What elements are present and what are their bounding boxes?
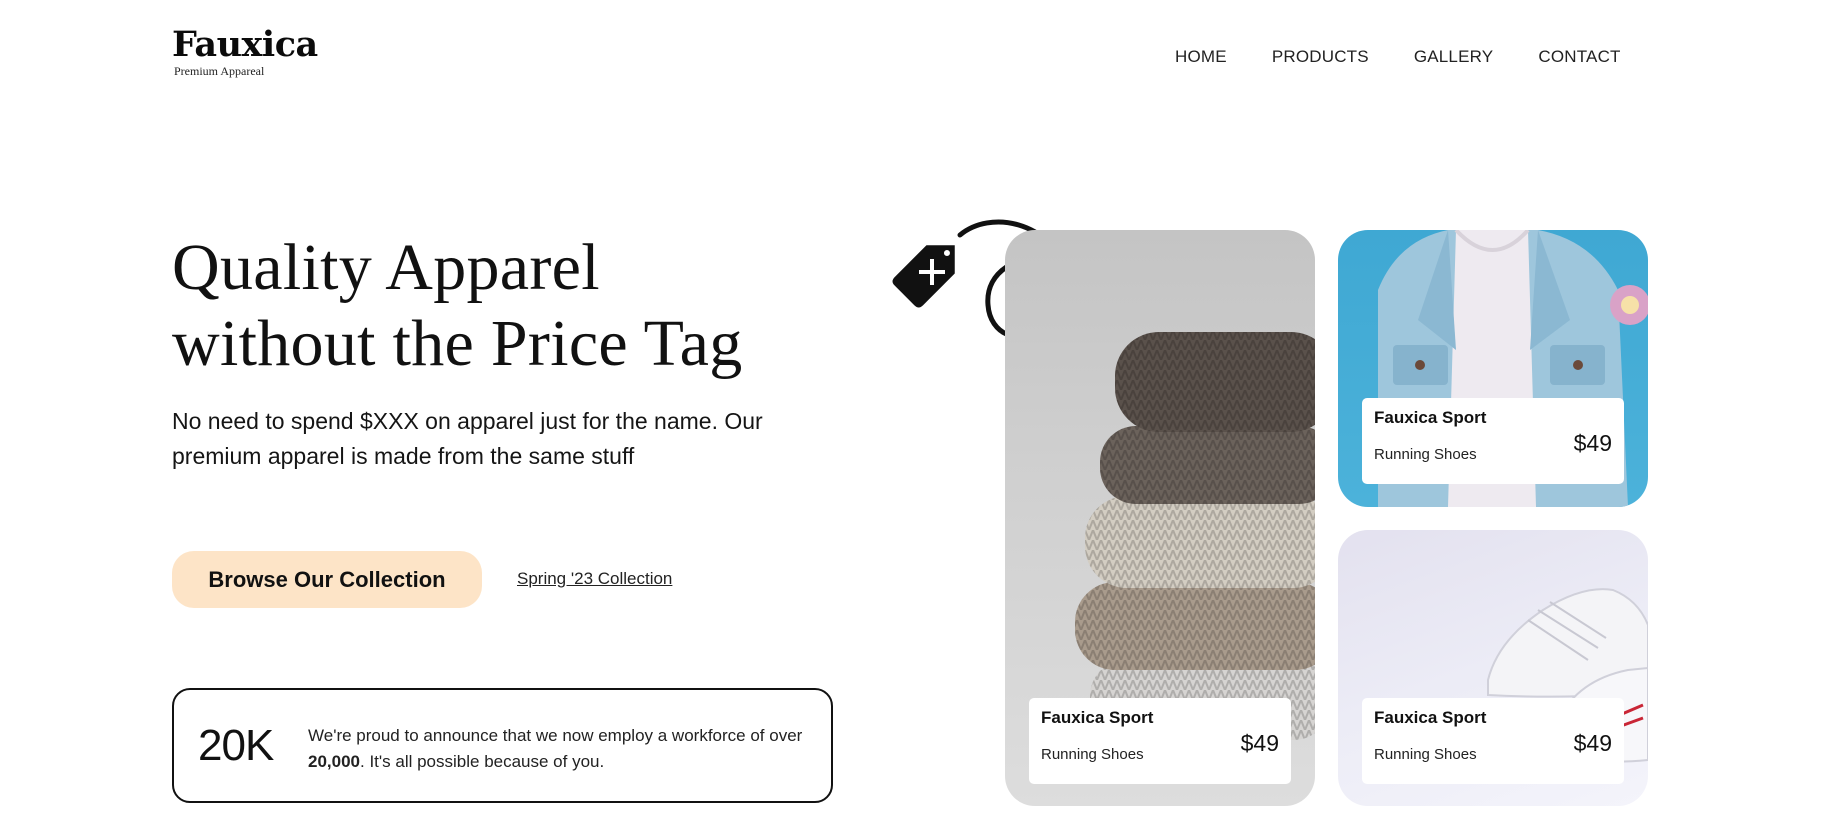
product-price: $49 — [1573, 730, 1612, 756]
page: Fauxica Premium Appareal HOME PRODUCTS G… — [0, 0, 1838, 832]
nav-item-gallery[interactable]: GALLERY — [1414, 47, 1494, 67]
logo-tagline: Premium Appareal — [174, 64, 265, 78]
product-label: Fauxica Sport Running Shoes $49 — [1029, 698, 1291, 784]
hero-title: Quality Apparel without the Price Tag — [172, 231, 743, 380]
stat-text-after: . It's all possible because of you. — [360, 752, 605, 771]
hero-subtitle: No need to spend $XXX on apparel just fo… — [172, 408, 763, 469]
product-type: Running Shoes — [1374, 446, 1477, 463]
product-card-jacket[interactable]: Fauxica Sport Running Shoes $49 — [1338, 230, 1648, 507]
product-label: Fauxica Sport Running Shoes $49 — [1362, 698, 1624, 784]
nav-item-products[interactable]: PRODUCTS — [1272, 47, 1369, 67]
logo-name: Fauxica — [172, 24, 318, 65]
main-nav: HOME PRODUCTS GALLERY CONTACT — [1175, 47, 1621, 67]
product-label: Fauxica Sport Running Shoes $49 — [1362, 398, 1624, 484]
product-card-sweaters[interactable]: Fauxica Sport Running Shoes $49 — [1005, 230, 1315, 806]
product-card-sneakers[interactable]: Fauxica Sport Running Shoes $49 — [1338, 530, 1648, 806]
workforce-stat-box: 20K We're proud to announce that we now … — [172, 688, 833, 803]
product-type: Running Shoes — [1041, 746, 1144, 763]
stat-text-bold: 20,000 — [308, 752, 360, 771]
nav-item-home[interactable]: HOME — [1175, 47, 1227, 67]
logo[interactable]: Fauxica Premium Appareal — [172, 24, 318, 79]
product-brand: Fauxica Sport — [1374, 408, 1487, 427]
product-price: $49 — [1240, 730, 1279, 756]
stat-text-before: We're proud to announce that we now empl… — [308, 726, 803, 745]
product-type: Running Shoes — [1374, 746, 1477, 763]
product-brand: Fauxica Sport — [1041, 708, 1154, 727]
browse-collection-button[interactable]: Browse Our Collection — [172, 551, 482, 608]
stat-number: 20K — [198, 721, 274, 770]
spring-collection-link[interactable]: Spring '23 Collection — [517, 569, 672, 589]
product-price: $49 — [1573, 430, 1612, 456]
product-brand: Fauxica Sport — [1374, 708, 1487, 727]
stat-text: We're proud to announce that we now empl… — [308, 723, 818, 775]
nav-item-contact[interactable]: CONTACT — [1538, 47, 1620, 67]
